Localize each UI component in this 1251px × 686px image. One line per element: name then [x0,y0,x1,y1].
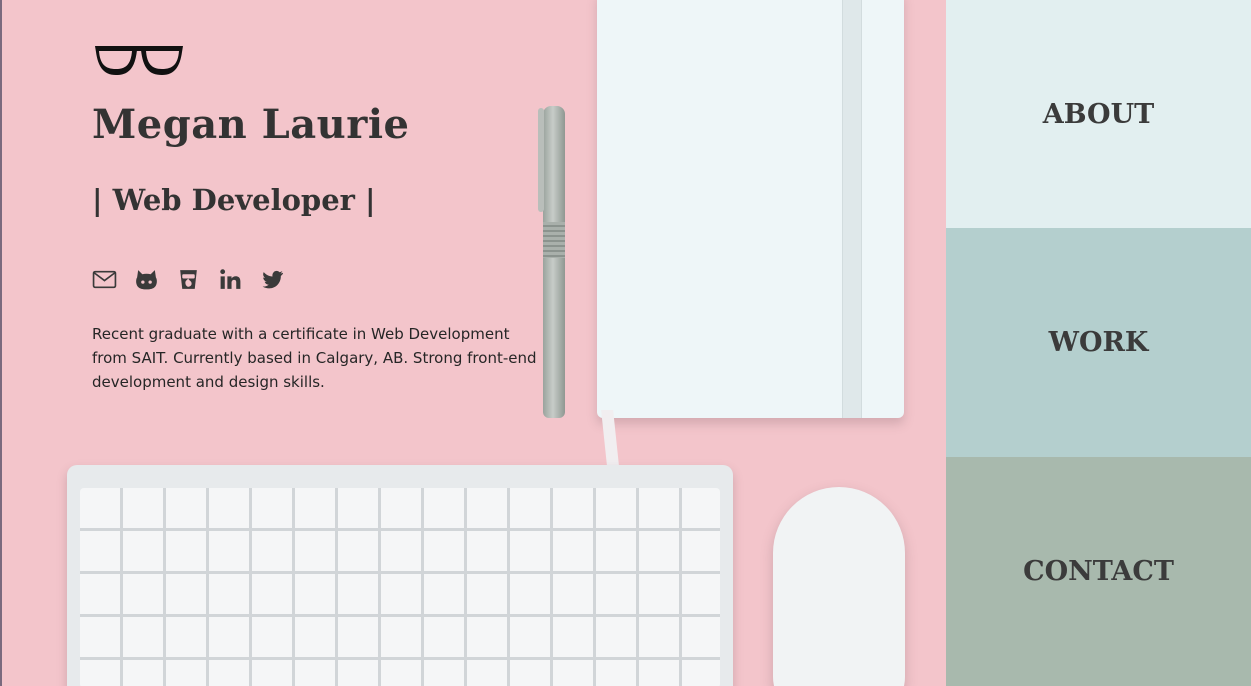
github-icon [136,269,157,289]
email-link[interactable] [92,266,117,292]
hero-section: Megan Laurie | Web Developer | Recent gr… [0,0,946,686]
pen-grip-image [543,222,565,258]
nav-about-button[interactable]: ABOUT [946,0,1251,228]
window-edge [0,0,2,686]
glasses-icon [95,46,183,75]
freecodecamp-link[interactable] [176,266,201,292]
side-nav: ABOUT WORK CONTACT [946,0,1251,686]
twitter-link[interactable] [260,266,285,292]
email-icon [92,270,117,288]
linkedin-link[interactable] [218,266,243,292]
pen-clip-image [538,108,544,212]
profile-role: | Web Developer | [92,183,376,217]
twitter-icon [262,270,283,288]
notebook-band-image [842,0,862,418]
keyboard-keys-image [80,488,720,686]
nav-work-button[interactable]: WORK [946,228,1251,457]
linkedin-icon [220,268,241,289]
freecodecamp-icon [180,269,197,289]
profile-bio: Recent graduate with a certificate in We… [92,325,537,391]
github-link[interactable] [134,266,159,292]
nav-contact-button[interactable]: CONTACT [946,457,1251,686]
social-links [92,266,285,292]
pen-image [543,106,565,418]
profile-name: Megan Laurie [92,101,410,148]
bookmark-ribbon-image [601,410,619,465]
mouse-image [773,487,905,686]
